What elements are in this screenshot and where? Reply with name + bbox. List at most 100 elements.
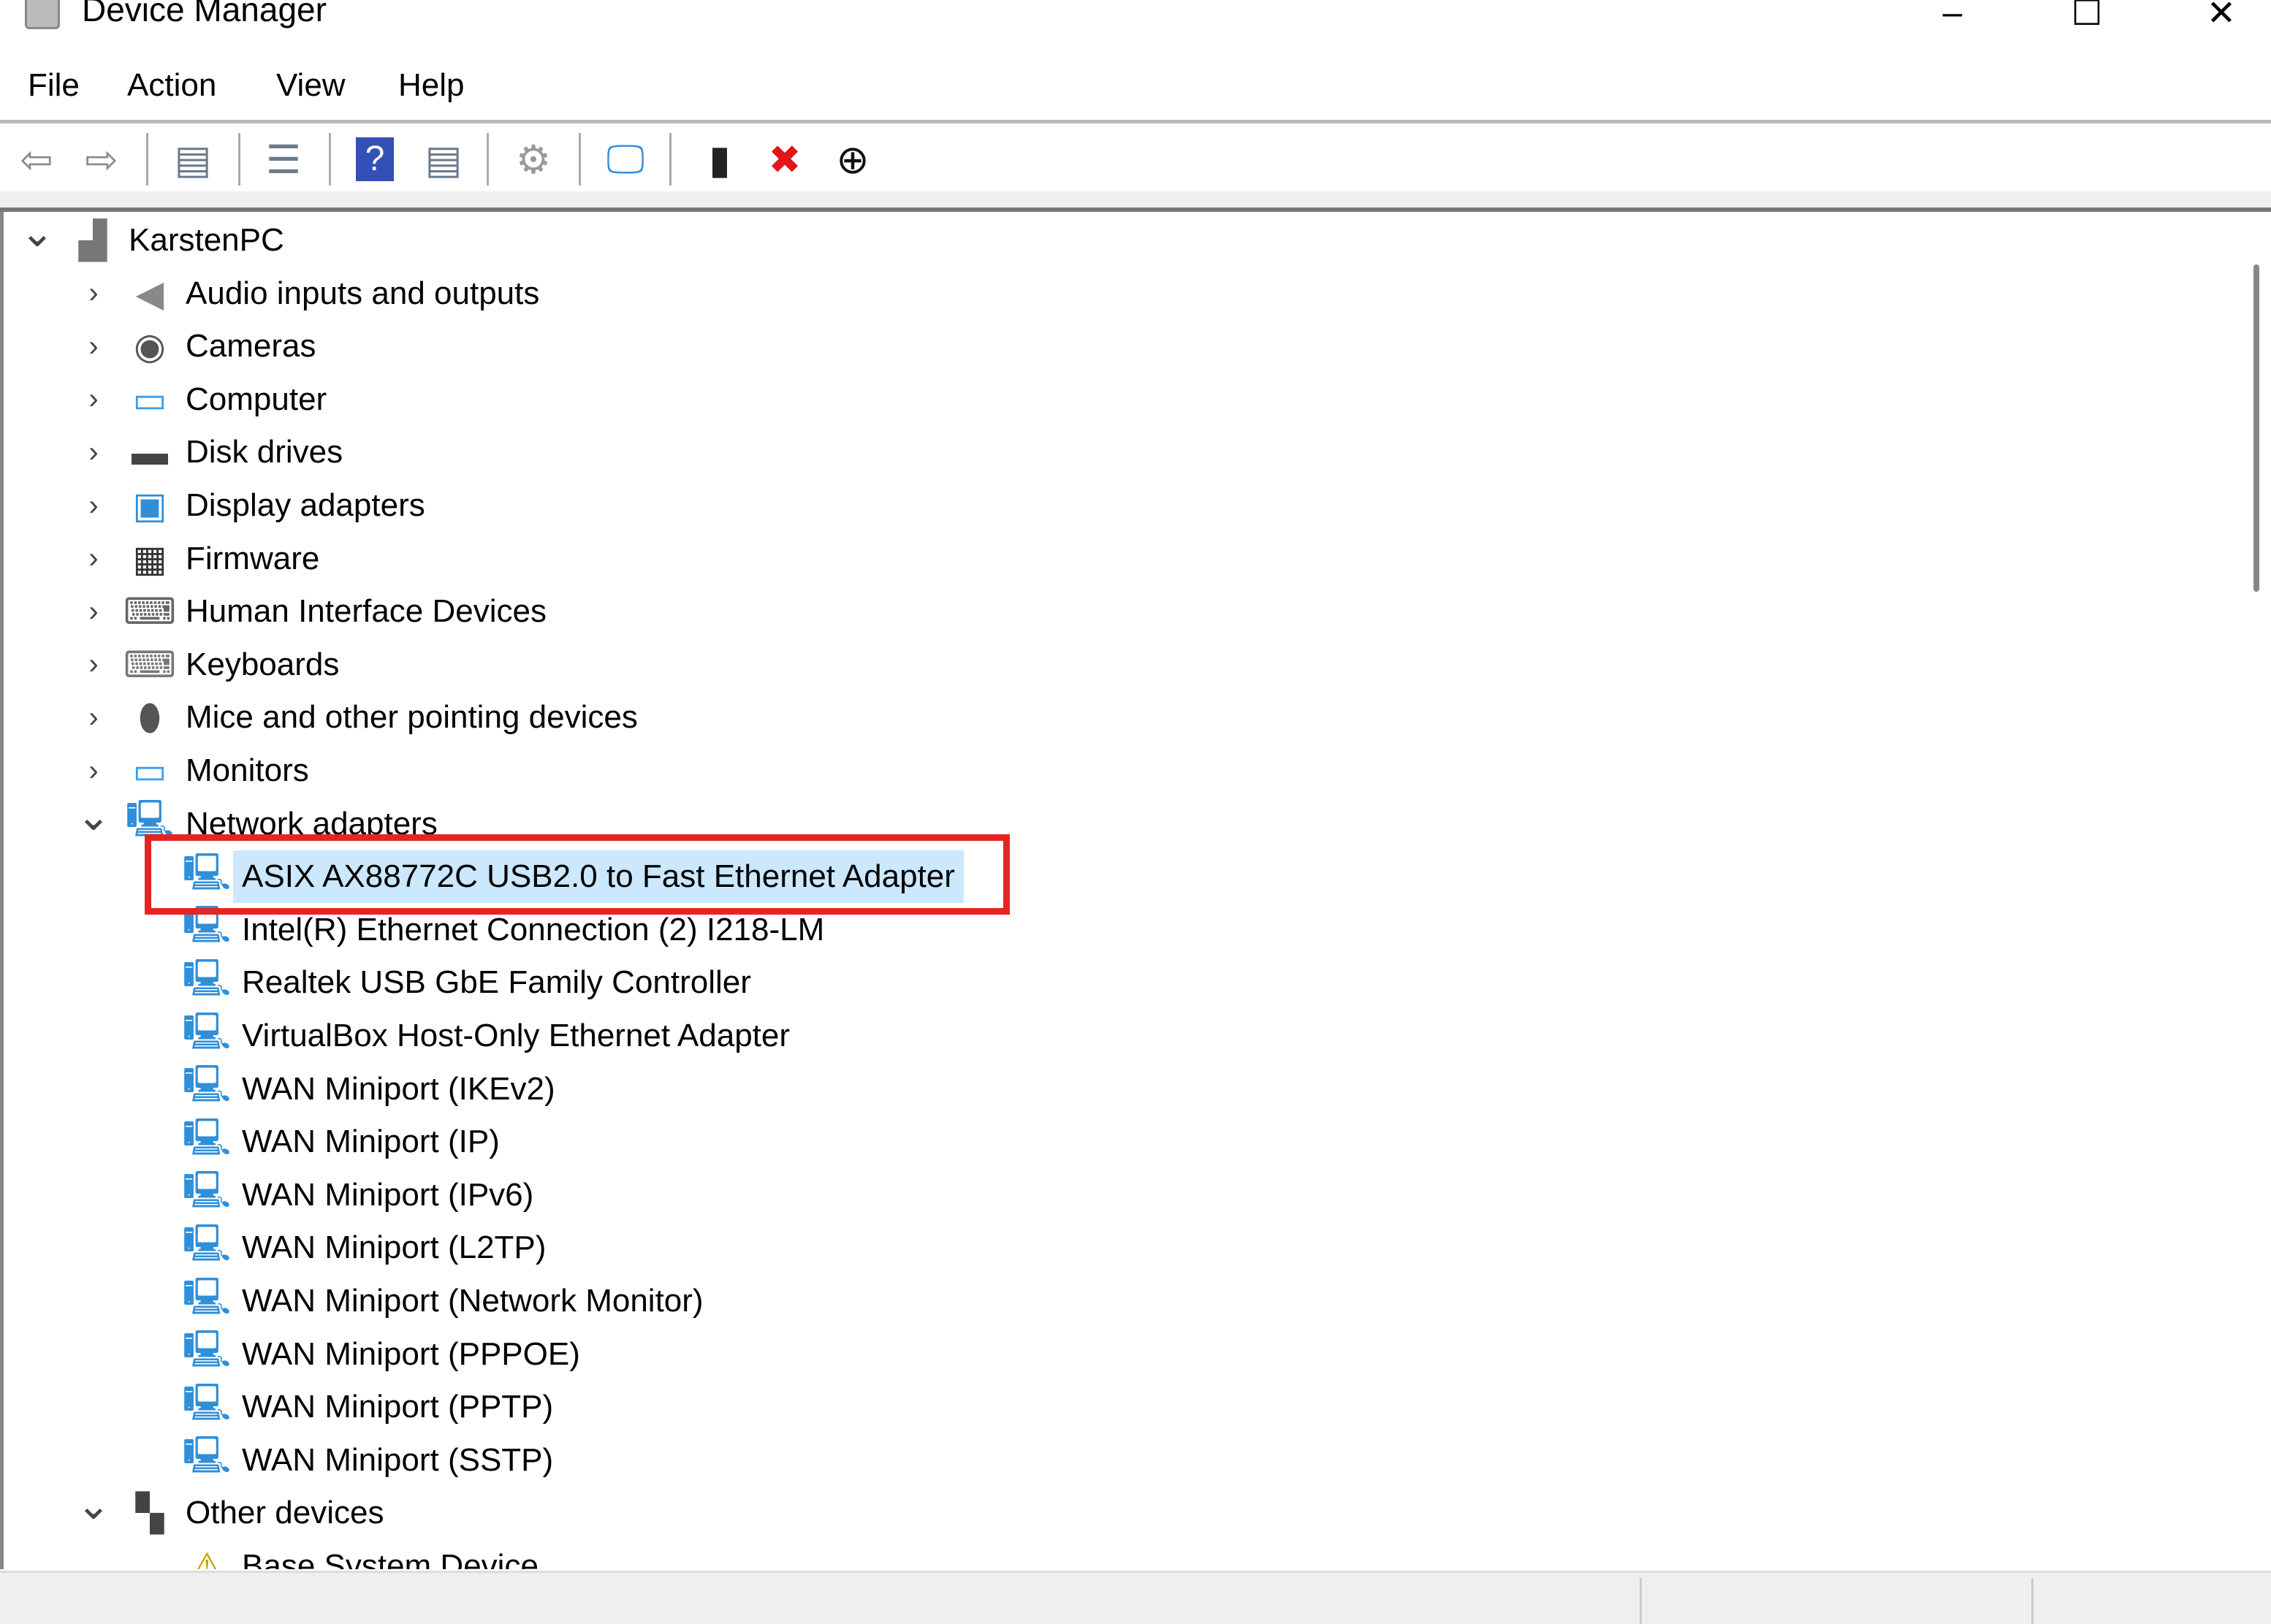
scan-hardware-changes-button[interactable]: 🖵 [602,136,649,183]
warning-device-icon: ⚠ [190,1546,224,1569]
forward-button[interactable]: ⇨ [78,136,125,183]
tree-item-label: Base System Device [242,1548,539,1569]
unknown-device-icon: ▚ [135,1493,164,1534]
tree-item[interactable]: 🖳 WAN Miniport (PPPOE) [4,1328,2232,1381]
menu-file[interactable]: File [28,67,80,104]
menu-divider [0,120,2271,123]
tree-item[interactable]: 🖳 WAN Miniport (IKEv2) [4,1063,2232,1116]
back-button[interactable]: ⇦ [13,136,60,183]
keyboard-icon: ⌨ [123,644,177,685]
chevron-right-icon[interactable]: › [72,479,115,532]
back-icon: ⇦ [20,137,53,182]
chevron-right-icon[interactable]: › [72,691,115,744]
tree-item-label: Cameras [186,328,316,365]
tree-item[interactable]: ⚠ Base System Device [4,1540,2232,1569]
tree-item-label: Monitors [186,752,309,788]
tree-item[interactable]: ⌄ ▚ Other devices [4,1482,2232,1539]
help-icon: ? [356,137,394,181]
show-hide-console-tree-button[interactable]: ▤ [170,136,216,183]
disable-device-icon: ⊕ [836,137,870,182]
display-adapter-icon: ▣ [132,485,167,526]
tree-item[interactable]: 🖳 Realtek USB GbE Family Controller [4,956,2232,1009]
menu-view[interactable]: View [276,67,346,104]
maximize-button[interactable]: ☐ [2065,0,2109,34]
tree-item[interactable]: › ▭ Monitors [4,744,2232,797]
network-adapter-icon: 🖳 [182,1276,232,1317]
tree-item[interactable]: 🖳 WAN Miniport (PPTP) [4,1381,2232,1433]
help-button[interactable]: ? [351,136,398,183]
chevron-down-icon[interactable]: ⌄ [15,212,59,267]
tree-item[interactable]: 🖳 WAN Miniport (SSTP) [4,1434,2232,1487]
chevron-right-icon[interactable]: › [72,533,115,585]
tree-item[interactable]: 🖳 WAN Miniport (IPv6) [4,1169,2232,1221]
tree-item[interactable]: › ◉ Cameras [4,320,2232,373]
tree-item-label: Computer [186,381,327,417]
tree-item-label: Disk drives [186,434,343,470]
enable-device-button[interactable]: ▮ [696,136,743,183]
chevron-right-icon[interactable]: › [72,320,115,373]
tree-item[interactable]: › ⌨ Human Interface Devices [4,585,2232,638]
chevron-right-icon[interactable]: › [72,373,115,426]
network-adapter-icon: 🖳 [182,1170,232,1211]
tree-item-label: Firmware [186,540,320,576]
computer-root-icon: ▟ [78,220,107,261]
tree-item[interactable]: › ▬ Disk drives [4,426,2232,479]
monitor-icon: ▭ [132,378,167,420]
chevron-right-icon[interactable]: › [72,267,115,320]
tree-item[interactable]: 🖳 VirtualBox Host-Only Ethernet Adapter [4,1010,2232,1062]
menu-help[interactable]: Help [398,67,465,104]
tree-item-label: Realtek USB GbE Family Controller [242,964,751,1001]
chevron-right-icon[interactable]: › [72,638,115,691]
speaker-icon: ◀ [135,272,164,314]
chevron-down-icon[interactable]: ⌄ [72,793,115,850]
tree-item[interactable]: › ◀ Audio inputs and outputs [4,267,2232,320]
uninstall-device-icon: ✖ [768,137,802,182]
disable-device-button[interactable]: ⊕ [829,136,876,183]
network-adapter-icon: 🖳 [182,1116,232,1158]
properties-button[interactable]: ☰ [260,136,307,183]
highlight-box [145,834,1010,915]
network-adapter-icon: 🖳 [182,1064,232,1105]
vertical-scrollbar[interactable] [2234,212,2271,1569]
properties-icon: ☰ [265,137,302,182]
tree-item-label: Other devices [186,1495,384,1531]
tree-item[interactable]: 🖳 WAN Miniport (L2TP) [4,1221,2232,1274]
tree-item[interactable]: 🖳 WAN Miniport (IP) [4,1116,2232,1168]
disk-drive-icon: ▬ [132,432,168,473]
chevron-right-icon[interactable]: › [72,426,115,479]
chevron-down-icon[interactable]: ⌄ [72,1482,115,1539]
menu-action[interactable]: Action [127,67,216,104]
toolbar-separator [329,133,331,186]
minimize-button[interactable]: – [1930,0,1974,33]
toolbar-separator [487,133,489,186]
tree-item[interactable]: › ⬮ Mice and other pointing devices [4,691,2232,744]
toolbar-separator [238,133,240,186]
update-driver-button[interactable]: ⚙ [510,136,557,183]
chevron-right-icon[interactable]: › [72,585,115,638]
status-divider [2031,1578,2034,1624]
tree-item-label: WAN Miniport (L2TP) [242,1230,547,1266]
network-adapter-icon: 🖳 [182,1381,232,1423]
network-adapter-icon: 🖳 [182,1222,232,1264]
network-adapter-icon: 🖳 [182,1010,232,1052]
tree-item[interactable]: › ▣ Display adapters [4,479,2232,532]
show-hide-action-pane-button[interactable]: ▤ [420,136,467,183]
tree-item[interactable]: › ⌨ Keyboards [4,638,2232,691]
close-button[interactable]: ✕ [2199,0,2243,34]
show-hide-action-pane-icon: ▤ [425,137,463,182]
tree-item-label: WAN Miniport (IPv6) [242,1176,534,1213]
enable-device-icon: ▮ [709,137,731,182]
tree-item-label: KarstenPC [129,222,284,258]
scrollbar-thumb[interactable] [2253,264,2259,592]
tree-item[interactable]: 🖳 WAN Miniport (Network Monitor) [4,1275,2232,1327]
device-manager-app-icon [25,0,60,29]
status-divider [1640,1578,1642,1624]
network-adapter-icon: 🖳 [182,1435,232,1476]
tree-item[interactable]: › ▭ Computer [4,373,2232,426]
tree-item[interactable]: ⌄ ▟ KarstenPC [4,212,2232,267]
status-bar [0,1571,2271,1624]
tree-item-label: Mice and other pointing devices [186,699,638,736]
tree-item[interactable]: › ▦ Firmware [4,533,2232,585]
uninstall-device-button[interactable]: ✖ [761,136,808,183]
chevron-right-icon[interactable]: › [72,744,115,797]
